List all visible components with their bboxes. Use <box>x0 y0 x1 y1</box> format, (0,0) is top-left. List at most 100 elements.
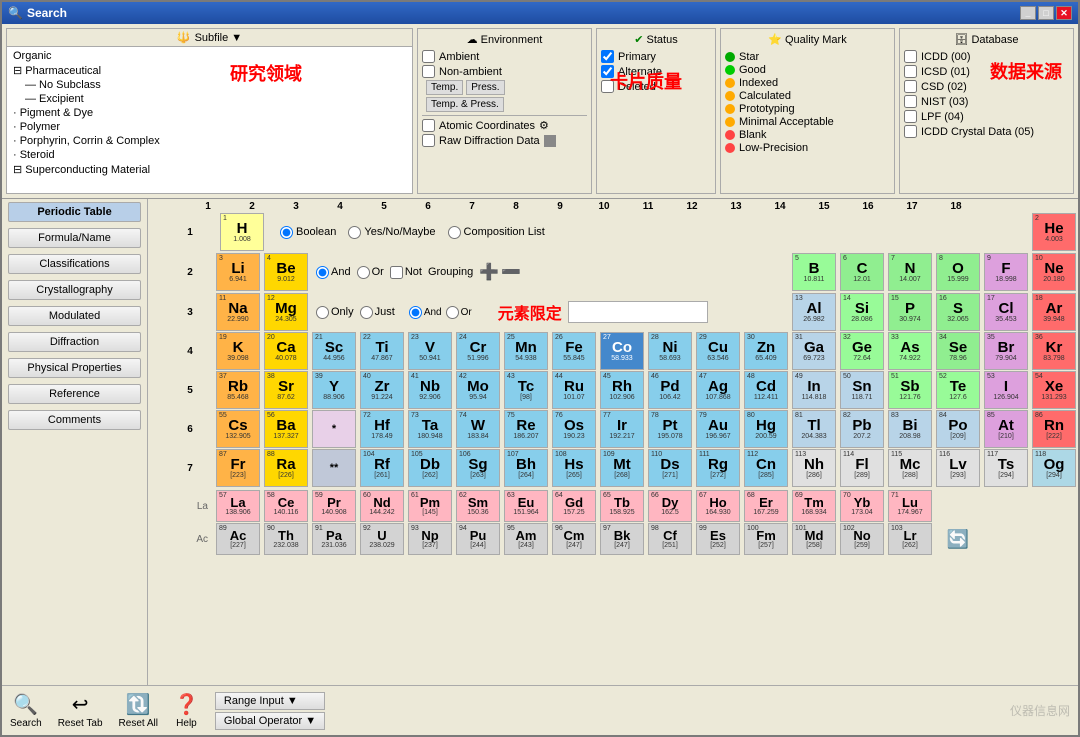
element-Sr[interactable]: 38Sr87.62 <box>264 371 308 409</box>
element-Ts[interactable]: 117Ts[294] <box>984 449 1028 487</box>
element-Hf[interactable]: 72Hf178.49 <box>360 410 404 448</box>
refresh-button[interactable]: 🔄 <box>936 523 980 555</box>
element-Si[interactable]: 14 Si 28.086 <box>840 293 884 331</box>
element-Ca[interactable]: 20Ca40.078 <box>264 332 308 370</box>
diffraction-button[interactable]: Diffraction <box>8 332 141 352</box>
element-Hs[interactable]: 108Hs[265] <box>552 449 596 487</box>
element-Pb[interactable]: 82Pb207.2 <box>840 410 884 448</box>
list-item[interactable]: ⊟ Superconducting Material <box>9 162 410 177</box>
element-Dy[interactable]: 66Dy162.5 <box>648 490 692 522</box>
element-Pu[interactable]: 94Pu[244] <box>456 523 500 555</box>
element-La-marker[interactable]: * <box>312 410 356 448</box>
element-At[interactable]: 85At[210] <box>984 410 1028 448</box>
icdd-checkbox[interactable] <box>904 50 917 63</box>
element-Au[interactable]: 79Au196.967 <box>696 410 740 448</box>
element-Rh[interactable]: 45Rh102.906 <box>600 371 644 409</box>
element-H[interactable]: 1 H 1.008 <box>220 213 264 251</box>
element-Mt[interactable]: 109Mt[268] <box>600 449 644 487</box>
element-Pr[interactable]: 59Pr140.908 <box>312 490 356 522</box>
element-Ra[interactable]: 88Ra[226] <box>264 449 308 487</box>
element-Gd[interactable]: 64Gd157.25 <box>552 490 596 522</box>
element-Ru[interactable]: 44Ru101.07 <box>552 371 596 409</box>
element-N[interactable]: 7 N 14.007 <box>888 253 932 291</box>
element-Tm[interactable]: 69Tm168.934 <box>792 490 836 522</box>
element-Ac[interactable]: 89Ac[227] <box>216 523 260 555</box>
global-operator-button[interactable]: Global Operator ▼ <box>215 712 325 730</box>
element-Br[interactable]: 35Br79.904 <box>984 332 1028 370</box>
element-As[interactable]: 33As74.922 <box>888 332 932 370</box>
element-F[interactable]: 9 F 18.998 <box>984 253 1028 291</box>
physical-properties-button[interactable]: Physical Properties <box>8 358 141 378</box>
element-Y[interactable]: 39Y88.906 <box>312 371 356 409</box>
lpf-checkbox[interactable] <box>904 110 917 123</box>
close-button[interactable]: ✕ <box>1056 6 1072 20</box>
element-Lr[interactable]: 103Lr[262] <box>888 523 932 555</box>
comments-button[interactable]: Comments <box>8 410 141 430</box>
element-Sg[interactable]: 106Sg[263] <box>456 449 500 487</box>
element-Po[interactable]: 84Po[209] <box>936 410 980 448</box>
element-Og[interactable]: 118Og[294] <box>1032 449 1076 487</box>
maximize-button[interactable]: □ <box>1038 6 1054 20</box>
list-item[interactable]: · Steroid <box>9 148 410 162</box>
element-Ni[interactable]: 28Ni58.693 <box>648 332 692 370</box>
element-Cm[interactable]: 96Cm[247] <box>552 523 596 555</box>
element-Rg[interactable]: 111Rg[272] <box>696 449 740 487</box>
element-Xe[interactable]: 54Xe131.293 <box>1032 371 1076 409</box>
element-Ac-marker[interactable]: ** <box>312 449 356 487</box>
element-Na[interactable]: 11 Na 22.990 <box>216 293 260 331</box>
raw-diffraction-checkbox[interactable] <box>422 134 435 147</box>
element-Bk[interactable]: 97Bk[247] <box>600 523 644 555</box>
element-Ba[interactable]: 56Ba137.327 <box>264 410 308 448</box>
element-Yb[interactable]: 70Yb173.04 <box>840 490 884 522</box>
element-Lu[interactable]: 71Lu174.967 <box>888 490 932 522</box>
or-option[interactable]: Or <box>357 266 384 279</box>
only-option[interactable]: Only <box>316 306 354 319</box>
element-S[interactable]: 16 S 32.065 <box>936 293 980 331</box>
element-P[interactable]: 15 P 30.974 <box>888 293 932 331</box>
list-item[interactable]: ⊟ Pharmaceutical <box>9 63 410 78</box>
ambient-checkbox[interactable] <box>422 50 435 63</box>
element-Be[interactable]: 4 Be 9.012 <box>264 253 308 291</box>
formula-name-button[interactable]: Formula/Name <box>8 228 141 248</box>
element-I[interactable]: 53I126.904 <box>984 371 1028 409</box>
range-input-button[interactable]: Range Input ▼ <box>215 692 325 710</box>
element-Ho[interactable]: 67Ho164.930 <box>696 490 740 522</box>
element-Mg[interactable]: 12 Mg 24.305 <box>264 293 308 331</box>
non-ambient-checkbox[interactable] <box>422 65 435 78</box>
element-U[interactable]: 92U238.029 <box>360 523 404 555</box>
element-Re[interactable]: 75Re186.207 <box>504 410 548 448</box>
icdd-crystal-checkbox[interactable] <box>904 125 917 138</box>
element-Os[interactable]: 76Os190.23 <box>552 410 596 448</box>
element-Zn[interactable]: 30Zn65.409 <box>744 332 788 370</box>
element-Pd[interactable]: 46Pd106.42 <box>648 371 692 409</box>
element-Tl[interactable]: 81Tl204.383 <box>792 410 836 448</box>
element-Sm[interactable]: 62Sm150.36 <box>456 490 500 522</box>
minimize-button[interactable]: _ <box>1020 6 1036 20</box>
list-item[interactable]: Organic <box>9 49 410 63</box>
reset-all-button[interactable]: 🔃 Reset All <box>119 692 158 729</box>
element-No[interactable]: 102No[259] <box>840 523 884 555</box>
element-Fl[interactable]: 114Fl[289] <box>840 449 884 487</box>
just-option[interactable]: Just <box>360 306 395 319</box>
element-Cd[interactable]: 48Cd112.411 <box>744 371 788 409</box>
element-Er[interactable]: 68Er167.259 <box>744 490 788 522</box>
element-Th[interactable]: 90Th232.038 <box>264 523 308 555</box>
element-K[interactable]: 19K39.098 <box>216 332 260 370</box>
element-Tc[interactable]: 43Tc[98] <box>504 371 548 409</box>
comp-list-option[interactable]: Composition List <box>448 226 545 239</box>
list-item[interactable]: — No Subclass <box>9 78 410 92</box>
element-Kr[interactable]: 36Kr83.798 <box>1032 332 1076 370</box>
element-Pt[interactable]: 78Pt195.078 <box>648 410 692 448</box>
element-Hg[interactable]: 80Hg200.59 <box>744 410 788 448</box>
element-Cs[interactable]: 55Cs132.905 <box>216 410 260 448</box>
primary-checkbox[interactable] <box>601 50 614 63</box>
element-Cf[interactable]: 98Cf[251] <box>648 523 692 555</box>
element-Pm[interactable]: 61Pm[145] <box>408 490 452 522</box>
element-Ag[interactable]: 47Ag107.868 <box>696 371 740 409</box>
element-Ar[interactable]: 18 Ar 39.948 <box>1032 293 1076 331</box>
element-Pa[interactable]: 91Pa231.036 <box>312 523 356 555</box>
element-search-input[interactable] <box>568 301 708 323</box>
element-Cu[interactable]: 29Cu63.546 <box>696 332 740 370</box>
element-Rn[interactable]: 86Rn[222] <box>1032 410 1076 448</box>
element-Mo[interactable]: 42Mo95.94 <box>456 371 500 409</box>
